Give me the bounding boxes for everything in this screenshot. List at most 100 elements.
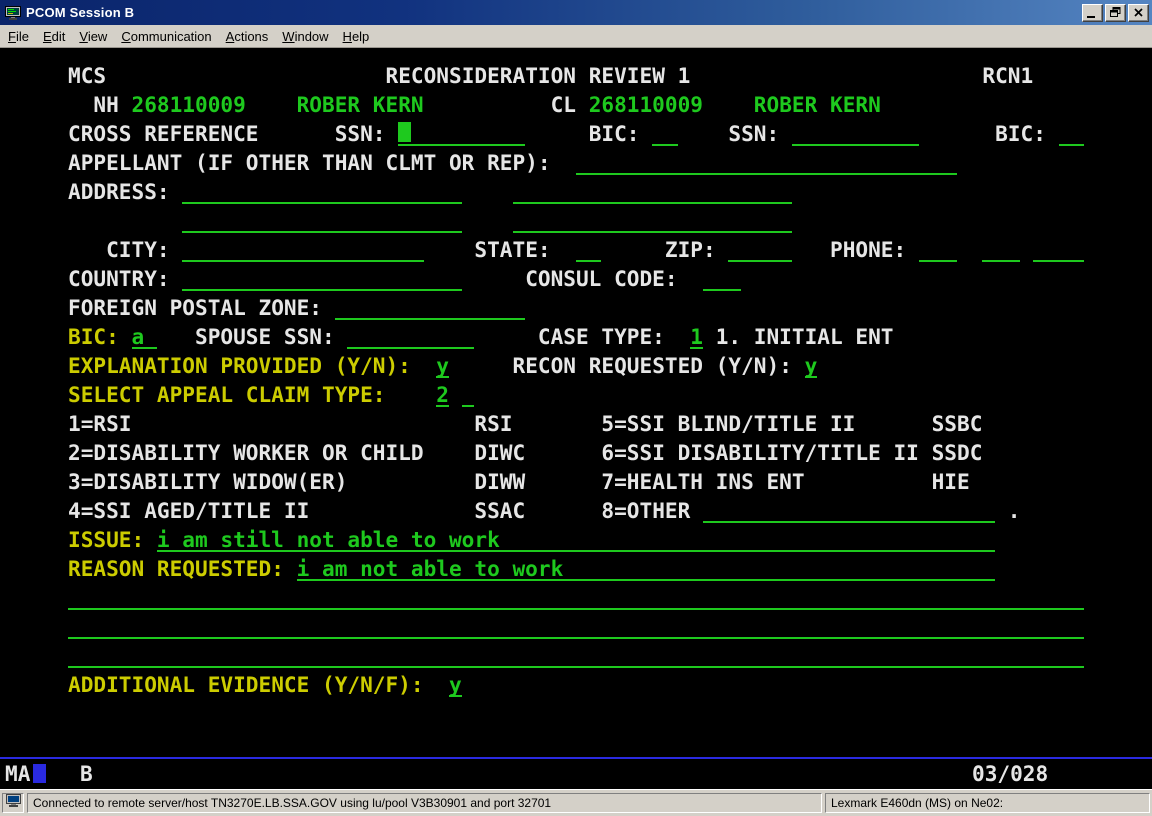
menu-communication[interactable]: Communication bbox=[114, 26, 218, 47]
field-appellant[interactable] bbox=[576, 148, 957, 175]
menu-file[interactable]: File bbox=[1, 26, 36, 47]
field-appeal-claim-type[interactable]: 2 bbox=[436, 380, 449, 407]
field-reason-cont-1[interactable] bbox=[68, 583, 1084, 610]
app-icon bbox=[5, 5, 21, 21]
field-foreign-postal-zone[interactable] bbox=[335, 293, 526, 320]
connection-status-text: Connected to remote server/host TN3270E.… bbox=[33, 796, 551, 810]
screen-label: 4=SSI AGED/TITLE II bbox=[68, 496, 309, 525]
status-printer-panel: Lexmark E460dn (MS) on Ne02: bbox=[825, 793, 1150, 813]
status-icon-panel bbox=[2, 793, 24, 813]
field-bic[interactable]: a bbox=[132, 322, 157, 349]
screen-label: DIWC bbox=[474, 438, 525, 467]
field-appeal-claim-type-2[interactable] bbox=[462, 380, 475, 407]
restore-button[interactable] bbox=[1105, 4, 1126, 22]
window-controls bbox=[1082, 4, 1149, 22]
screen-label: COUNTRY: bbox=[68, 264, 170, 293]
minimize-button[interactable] bbox=[1082, 4, 1103, 22]
field-phone-prefix[interactable] bbox=[982, 235, 1020, 262]
cl-name: ROBER KERN bbox=[754, 90, 881, 119]
field-address-2b[interactable] bbox=[513, 206, 792, 233]
field-xref-ssn-1[interactable] bbox=[398, 119, 525, 146]
field-address-1a[interactable] bbox=[182, 177, 461, 204]
oia-status-row: MA B 03/028 bbox=[0, 759, 1152, 789]
menu-actions[interactable]: Actions bbox=[219, 26, 276, 47]
cl-ssn: 268110009 bbox=[589, 90, 703, 119]
screen-title: RECONSIDERATION REVIEW 1 bbox=[386, 61, 691, 90]
screen-label: 6=SSI DISABILITY/TITLE II bbox=[601, 438, 919, 467]
field-city[interactable] bbox=[182, 235, 423, 262]
screen-label: SSN: bbox=[335, 119, 386, 148]
screen-label: 5=SSI BLIND/TITLE II bbox=[601, 409, 855, 438]
label-case-type-desc: 1. INITIAL ENT bbox=[716, 322, 894, 351]
field-consul-code[interactable] bbox=[703, 264, 741, 291]
menu-window[interactable]: Window bbox=[275, 26, 335, 47]
screen-label: BIC: bbox=[995, 119, 1046, 148]
screen-label: STATE: bbox=[474, 235, 550, 264]
terminal-monitor-icon bbox=[6, 794, 21, 812]
screen-label: BIC: bbox=[68, 322, 119, 351]
screen-label: SELECT APPEAL CLAIM TYPE: bbox=[68, 380, 386, 409]
screen-label: RSI bbox=[474, 409, 512, 438]
screen-label: 8=OTHER bbox=[601, 496, 690, 525]
screen-label: CONSUL CODE: bbox=[525, 264, 677, 293]
screen-label: 7=HEALTH INS ENT bbox=[601, 467, 804, 496]
oia-system-indicator: MA bbox=[5, 759, 30, 788]
field-explanation-provided[interactable]: y bbox=[436, 351, 449, 378]
screen-id: RCN1 bbox=[982, 61, 1033, 90]
field-xref-bic-1[interactable] bbox=[652, 119, 677, 146]
label-nh: NH bbox=[93, 90, 118, 119]
field-xref-bic-2[interactable] bbox=[1059, 119, 1084, 146]
pcomm-window: PCOM Session B File bbox=[0, 0, 1152, 816]
screen-label: PHONE: bbox=[830, 235, 906, 264]
field-spouse-ssn[interactable] bbox=[347, 322, 474, 349]
field-address-2a[interactable] bbox=[182, 206, 461, 233]
field-issue[interactable]: i am still not able to work bbox=[157, 525, 995, 552]
field-xref-ssn-2[interactable] bbox=[792, 119, 919, 146]
field-recon-requested[interactable]: y bbox=[805, 351, 818, 378]
field-zip[interactable] bbox=[728, 235, 792, 262]
field-other-claim-type[interactable] bbox=[703, 496, 995, 523]
field-phone-line[interactable] bbox=[1033, 235, 1084, 262]
screen-label: BIC: bbox=[589, 119, 640, 148]
title-bar[interactable]: PCOM Session B bbox=[0, 0, 1152, 25]
field-phone-area[interactable] bbox=[919, 235, 957, 262]
window-title: PCOM Session B bbox=[26, 5, 134, 20]
screen-label: CROSS REFERENCE bbox=[68, 119, 259, 148]
field-case-type[interactable]: 1 bbox=[690, 322, 703, 349]
field-reason-cont-3[interactable] bbox=[68, 641, 1084, 668]
field-state[interactable] bbox=[576, 235, 601, 262]
menu-view[interactable]: View bbox=[72, 26, 114, 47]
screen-label: SSN: bbox=[728, 119, 779, 148]
field-country[interactable] bbox=[182, 264, 461, 291]
terminal-screen[interactable]: MCS RECONSIDERATION REVIEW 1 RCN1 NH 2681100… bbox=[0, 48, 1152, 757]
screen-label: RECON REQUESTED (Y/N): bbox=[513, 351, 792, 380]
screen-label: 3=DISABILITY WIDOW(ER) bbox=[68, 467, 347, 496]
status-bar: Connected to remote server/host TN3270E.… bbox=[0, 789, 1152, 816]
nh-name: ROBER KERN bbox=[297, 90, 424, 119]
label-mcs: MCS bbox=[68, 61, 106, 90]
screen-label: ADDRESS: bbox=[68, 177, 170, 206]
menu-edit[interactable]: Edit bbox=[36, 26, 72, 47]
oia-cursor-position: 03/028 bbox=[972, 759, 1048, 788]
field-reason-cont-2[interactable] bbox=[68, 612, 1084, 639]
field-address-1b[interactable] bbox=[513, 177, 792, 204]
screen-label: CASE TYPE: bbox=[538, 322, 665, 351]
close-icon bbox=[1134, 4, 1143, 22]
screen-label: CITY: bbox=[106, 235, 170, 264]
screen-label: ZIP: bbox=[665, 235, 716, 264]
screen-label: SSAC bbox=[474, 496, 525, 525]
status-connection-panel: Connected to remote server/host TN3270E.… bbox=[27, 793, 822, 813]
menu-help[interactable]: Help bbox=[336, 26, 377, 47]
close-button[interactable] bbox=[1128, 4, 1149, 22]
field-reason-requested[interactable]: i am not able to work bbox=[297, 554, 996, 581]
oia-connection-icon bbox=[33, 764, 46, 783]
screen-label: ADDITIONAL EVIDENCE (Y/N/F): bbox=[68, 670, 424, 699]
screen-label: EXPLANATION PROVIDED (Y/N): bbox=[68, 351, 411, 380]
screen-label: REASON REQUESTED: bbox=[68, 554, 284, 583]
printer-status-text: Lexmark E460dn (MS) on Ne02: bbox=[831, 796, 1003, 810]
oia-session-id: B bbox=[80, 759, 93, 788]
screen-label: HIE bbox=[932, 467, 970, 496]
nh-ssn: 268110009 bbox=[132, 90, 246, 119]
field-additional-evidence[interactable]: y bbox=[449, 670, 462, 697]
screen-label: SSDC bbox=[932, 438, 983, 467]
